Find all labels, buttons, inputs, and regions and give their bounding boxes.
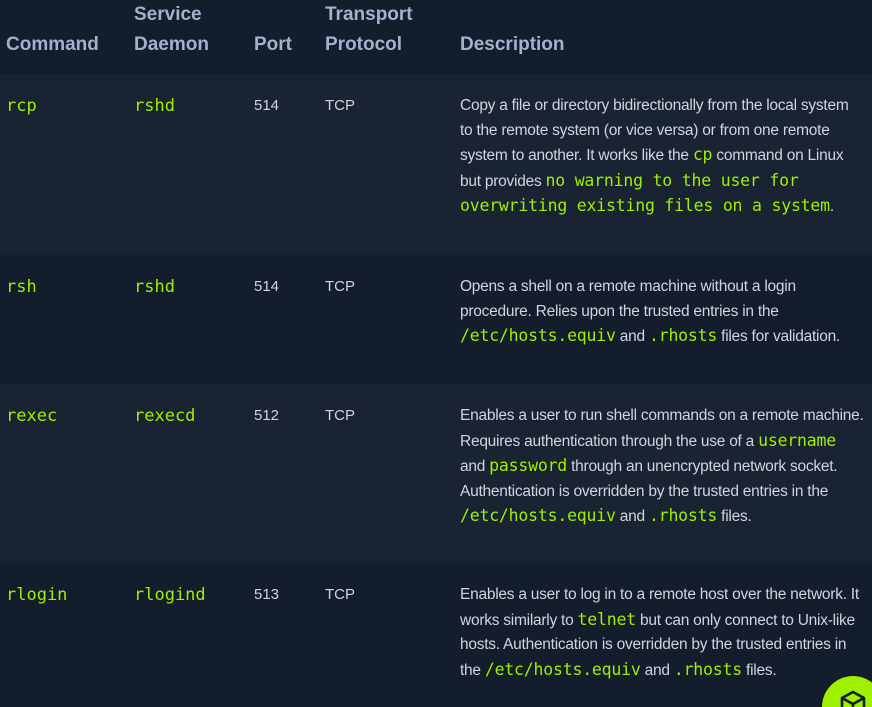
inline-code: /etc/hosts.equiv [484, 659, 641, 679]
table-header: Command Service Daemon Port Transport Pr… [0, 0, 872, 74]
inline-code: telnet [577, 609, 637, 629]
header-protocol-line2: Protocol [325, 34, 403, 55]
description-cell: Enables a user to run shell commands on … [460, 404, 864, 530]
description-text: and [460, 458, 490, 476]
header-daemon-line1: Service [134, 4, 202, 25]
inline-code: /etc/hosts.equiv [460, 506, 616, 526]
description-cell: Opens a shell on a remote machine withou… [460, 275, 864, 350]
command-cell: rexec [6, 406, 58, 426]
header-command: Command [6, 34, 99, 55]
header-protocol: Transport Protocol [325, 0, 413, 60]
table-row: rexec rexecd 512 TCP Enables a user to r… [0, 384, 872, 563]
commands-table: Command Service Daemon Port Transport Pr… [0, 0, 872, 707]
description-cell: Copy a file or directory bidirectionally… [460, 94, 864, 220]
port-cell: 514 [254, 97, 280, 114]
description-text: Opens a shell on a remote machine withou… [460, 278, 796, 320]
header-daemon: Service Daemon [134, 0, 209, 60]
protocol-cell: TCP [325, 407, 355, 424]
header-protocol-line1: Transport [325, 4, 413, 25]
description-text: files. [717, 508, 752, 526]
description-text: and [615, 328, 649, 346]
table-row: rsh rshd 514 TCP Opens a shell on a remo… [0, 255, 872, 384]
inline-code: username [758, 430, 836, 450]
inline-code: cp [692, 145, 713, 165]
daemon-cell: rshd [134, 277, 175, 297]
inline-code: .rhosts [673, 659, 742, 679]
header-port: Port [254, 34, 292, 55]
port-cell: 514 [254, 278, 280, 295]
inline-code: password [489, 456, 568, 476]
protocol-cell: TCP [325, 586, 355, 603]
header-description: Description [460, 34, 565, 55]
table-row: rlogin rlogind 513 TCP Enables a user to… [0, 563, 872, 707]
daemon-cell: rlogind [134, 585, 206, 605]
description-text: files for validation. [717, 328, 840, 346]
command-cell: rlogin [6, 585, 68, 605]
description-cell: Enables a user to log in to a remote hos… [460, 583, 864, 683]
table-row: rcp rshd 514 TCP Copy a file or director… [0, 74, 872, 255]
port-cell: 513 [254, 586, 280, 603]
description-text: . [829, 198, 834, 216]
protocol-cell: TCP [325, 97, 355, 114]
port-cell: 512 [254, 407, 280, 424]
description-text: and [640, 661, 674, 679]
cube-icon [840, 690, 866, 707]
inline-code: /etc/hosts.equiv [460, 326, 616, 346]
command-cell: rsh [6, 277, 37, 297]
inline-code: .rhosts [648, 506, 718, 526]
description-text: and [615, 508, 649, 526]
protocol-cell: TCP [325, 278, 355, 295]
daemon-cell: rshd [134, 96, 175, 116]
command-cell: rcp [6, 96, 37, 116]
inline-code: .rhosts [648, 326, 718, 346]
description-text: files. [741, 661, 777, 679]
daemon-cell: rexecd [134, 406, 196, 426]
header-daemon-line2: Daemon [134, 34, 209, 55]
